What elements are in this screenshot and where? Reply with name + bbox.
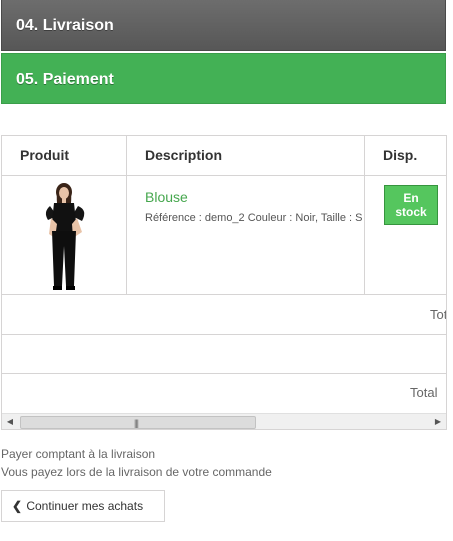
table-row-empty <box>2 334 446 374</box>
table-row: Blouse Référence : demo_2 Couleur : Noir… <box>2 176 446 295</box>
chevron-left-icon: ❮ <box>12 499 23 513</box>
scroll-left-arrow-icon[interactable]: ◀ <box>6 417 14 427</box>
payment-method-title: Payer comptant à la livraison <box>1 447 156 461</box>
product-availability-cell: En stock <box>365 176 446 294</box>
continue-shopping-label: Continuer mes achats <box>26 499 144 513</box>
product-attributes: Référence : demo_2 Couleur : Noir, Taill… <box>145 212 363 224</box>
horizontal-scrollbar[interactable]: ◀ ||| ▶ <box>2 413 446 429</box>
scroll-right-arrow-icon[interactable]: ▶ <box>434 417 442 427</box>
table-header: Produit Description Disp. <box>2 136 446 176</box>
product-image[interactable] <box>2 176 127 294</box>
product-name-link[interactable]: Blouse <box>145 189 364 205</box>
step-paiement-label: 05. Paiement <box>16 71 114 88</box>
product-description-cell: Blouse Référence : demo_2 Couleur : Noir… <box>127 176 365 294</box>
in-stock-badge: En stock <box>384 185 438 225</box>
header-disp: Disp. <box>383 147 418 163</box>
table-row-total-products: Tot <box>2 295 447 335</box>
step-livraison[interactable]: 04. Livraison <box>1 0 446 51</box>
cart-summary-table: Produit Description Disp. Blouse Référen… <box>1 135 447 430</box>
total-label-truncated: Tot <box>430 307 447 322</box>
header-description: Description <box>127 136 365 176</box>
in-stock-line1: En <box>403 191 419 205</box>
scrollbar-thumb[interactable]: ||| <box>20 416 256 429</box>
scrollbar-grip-icon: ||| <box>134 418 139 428</box>
in-stock-line2: stock <box>395 205 427 219</box>
total-label: Total <box>410 385 438 400</box>
continue-shopping-button[interactable]: ❮ Continuer mes achats <box>1 490 165 522</box>
product-image-cell <box>2 176 127 294</box>
table-row-total: Total <box>2 373 446 413</box>
payment-method-description: Vous payez lors de la livraison de votre… <box>1 465 272 479</box>
step-livraison-label: 04. Livraison <box>16 17 114 34</box>
header-produit: Produit <box>2 136 127 176</box>
step-paiement[interactable]: 05. Paiement <box>1 53 446 104</box>
